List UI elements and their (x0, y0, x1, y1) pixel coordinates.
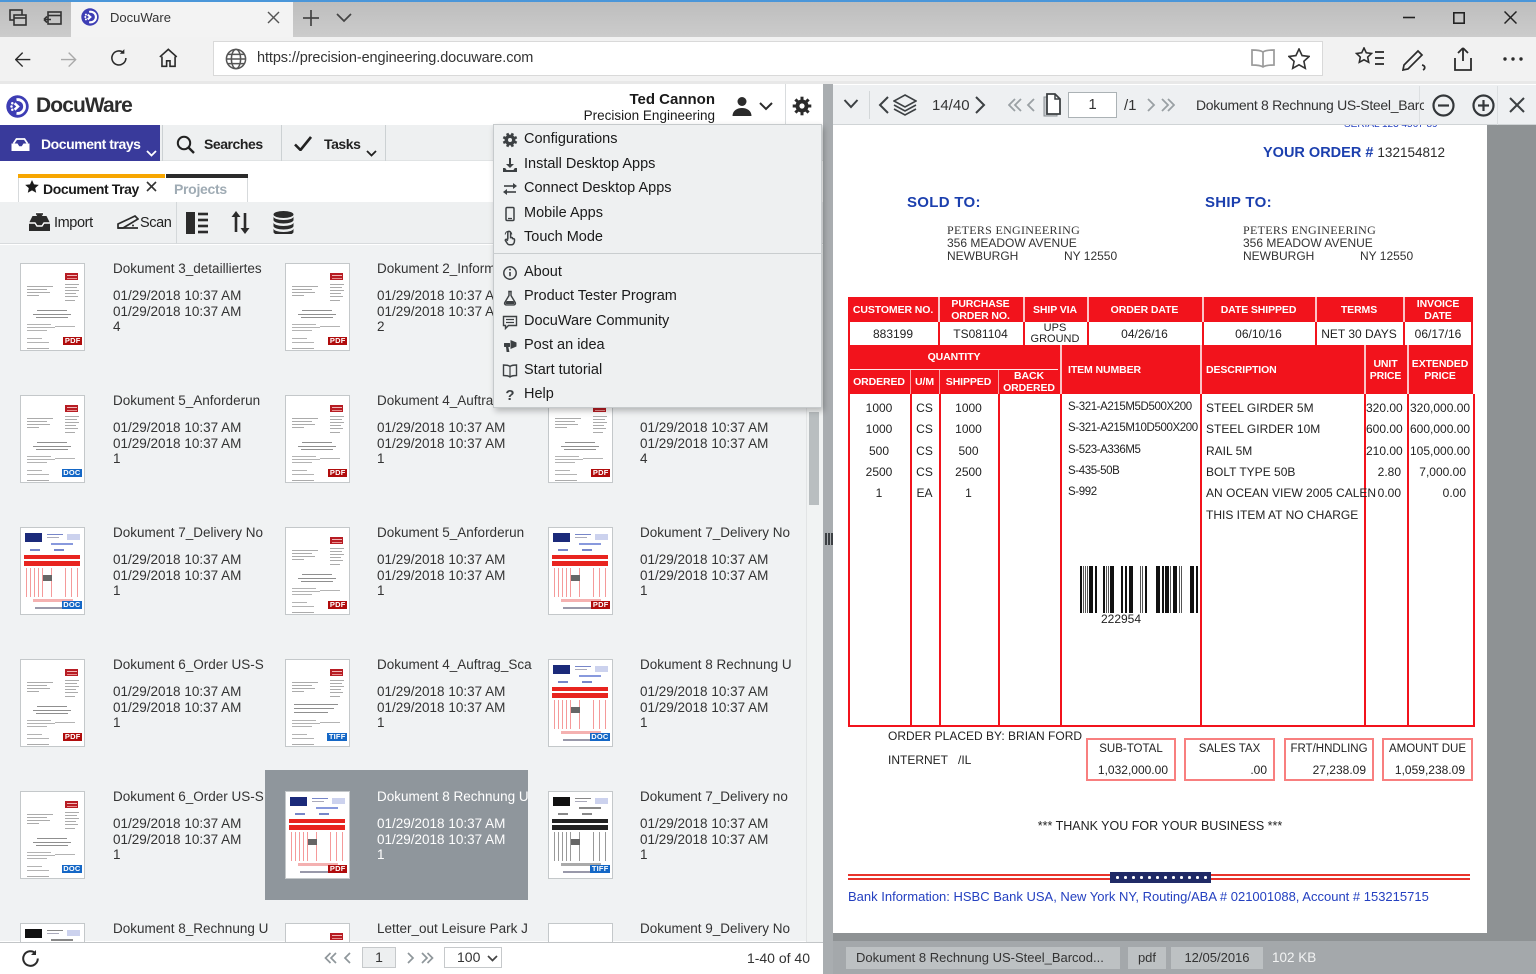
svg-text:?: ? (505, 387, 514, 403)
